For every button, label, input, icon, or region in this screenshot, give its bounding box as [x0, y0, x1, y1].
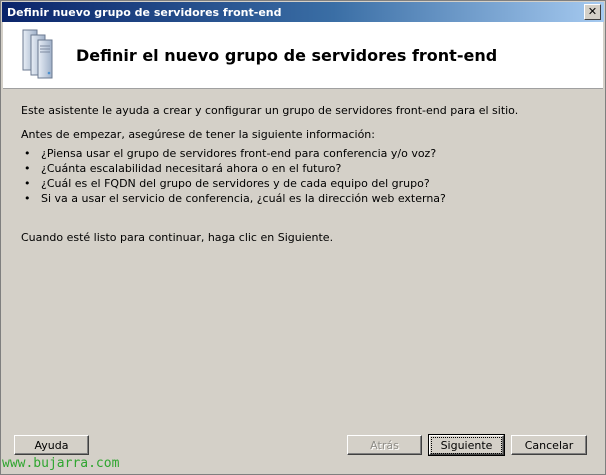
wizard-header: Definir el nuevo grupo de servidores fro… — [3, 22, 603, 89]
title-bar[interactable]: Definir nuevo grupo de servidores front-… — [2, 2, 604, 22]
prerequisites-text: Antes de empezar, asegúrese de tener la … — [21, 128, 375, 141]
close-icon: ✕ — [587, 5, 598, 18]
bullet-icon: • — [24, 192, 31, 205]
wizard-window: Definir nuevo grupo de servidores front-… — [0, 0, 606, 475]
list-item: • ¿Piensa usar el grupo de servidores fro… — [24, 147, 437, 160]
watermark: www.bujarra.com — [2, 456, 120, 471]
bullet-icon: • — [24, 177, 31, 190]
list-item: • ¿Cuál es el FQDN del grupo de servidore… — [24, 177, 430, 190]
intro-text: Este asistente le ayuda a crear y config… — [21, 104, 519, 117]
server-stack-icon — [22, 29, 53, 79]
back-button[interactable]: Atrás — [347, 435, 422, 455]
page-title: Definir el nuevo grupo de servidores fro… — [76, 46, 498, 65]
cancel-button[interactable]: Cancelar — [511, 435, 587, 455]
bullet-icon: • — [24, 162, 31, 175]
next-button[interactable]: Siguiente — [428, 434, 505, 456]
bullet-icon: • — [24, 147, 31, 160]
prerequisites-list: • ¿Piensa usar el grupo de servidores fro… — [21, 146, 446, 206]
continue-text: Cuando esté listo para continuar, haga c… — [21, 231, 334, 244]
help-button[interactable]: Ayuda — [14, 435, 89, 455]
list-item: • Si va a usar el servicio de conferencia… — [24, 192, 446, 205]
list-item: • ¿Cuánta escalabilidad necesitará ahora … — [24, 162, 342, 175]
window-title: Definir nuevo grupo de servidores front-… — [7, 6, 282, 19]
close-button[interactable]: ✕ — [584, 4, 601, 20]
next-button-label: Siguiente — [431, 437, 502, 454]
